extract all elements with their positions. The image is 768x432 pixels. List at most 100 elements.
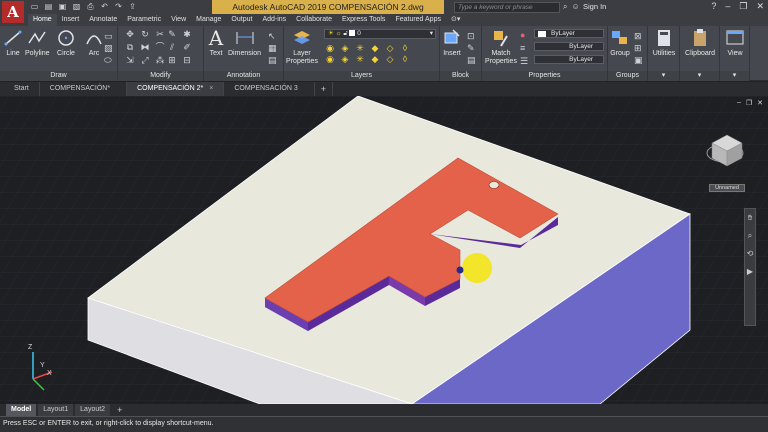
circle-tool[interactable]: Circle (56, 28, 76, 58)
showmotion-icon[interactable]: ▶ (745, 263, 755, 281)
ribbon-tab-insert[interactable]: Insert (57, 14, 85, 26)
navigation-bar[interactable]: ✋︎ ⌕ ⟲ ▶ (744, 208, 756, 326)
model-space-canvas[interactable] (0, 96, 768, 404)
restore-icon[interactable]: ❐ (739, 0, 747, 13)
color-dropdown[interactable]: ByLayer (534, 29, 604, 38)
viewport-minimize-icon[interactable]: – (737, 99, 741, 107)
trim-icon[interactable]: ✂ (154, 29, 166, 40)
rectangle-icon[interactable]: ▭ (104, 30, 116, 42)
array-icon[interactable]: ⁂ (154, 55, 166, 66)
ribbon-tab-express-tools[interactable]: Express Tools (337, 14, 390, 26)
sign-in-button[interactable]: Sign In (583, 1, 606, 13)
ribbon-tab-manage[interactable]: Manage (191, 14, 226, 26)
layer-thaw-icon[interactable]: ◈ (339, 54, 351, 65)
ribbon-tab-parametric[interactable]: Parametric (122, 14, 166, 26)
attribute-icon[interactable]: ▤ (467, 54, 479, 66)
scale-icon[interactable]: ⤢ (139, 55, 151, 66)
save-as-icon[interactable]: ▧ (72, 2, 81, 11)
match-properties-tool[interactable]: Match Properties (484, 28, 518, 66)
search-icon[interactable]: ⌕ (563, 2, 567, 12)
arc-tool[interactable]: Arc (84, 28, 104, 58)
line-tool[interactable]: Line (3, 28, 23, 58)
layout-tab-layout1[interactable]: Layout1 (38, 404, 74, 416)
zoom-icon[interactable]: ⌕ (745, 227, 755, 245)
block-panel-title[interactable]: Block (440, 71, 481, 81)
close-icon[interactable]: ✕ (756, 0, 764, 13)
viewport-restore-icon[interactable]: ❐ (746, 99, 752, 107)
pan-icon[interactable]: ✋︎ (745, 209, 755, 227)
file-tab[interactable]: COMPENSACIÓN 3 (224, 82, 315, 96)
close-tab-icon[interactable]: × (209, 85, 213, 92)
f-hole[interactable] (488, 181, 500, 189)
layer-walk-icon[interactable]: ◊ (399, 43, 411, 54)
clipboard-expand[interactable]: ▾ (680, 71, 719, 81)
fillet-icon[interactable]: ⌒ (154, 42, 166, 53)
move-icon[interactable]: ✥ (124, 29, 136, 40)
undo-icon[interactable]: ↶ (100, 2, 109, 11)
insert-tool[interactable]: Insert (442, 28, 462, 58)
mirror-icon[interactable]: ⧓ (139, 42, 151, 53)
minimize-icon[interactable]: – (725, 0, 730, 13)
file-tab[interactable]: Start (4, 82, 40, 96)
properties-panel-title[interactable]: Properties (482, 71, 607, 81)
edit-icon[interactable]: ✐ (181, 42, 193, 53)
user-icon[interactable]: ☺ (571, 2, 579, 12)
stretch-icon[interactable]: ⇲ (124, 55, 136, 66)
annotation-panel-title[interactable]: Annotation (204, 71, 283, 81)
layer-unisolate-icon[interactable]: ◉ (324, 54, 336, 65)
polyline-tool[interactable]: Polyline (25, 28, 50, 58)
linetype-dropdown[interactable]: ByLayer (534, 42, 604, 51)
markup-icon[interactable]: ▤ (268, 54, 280, 66)
layout-tab-model[interactable]: Model (6, 404, 37, 416)
ribbon-tab-output[interactable]: Output (226, 14, 257, 26)
offset-icon[interactable]: ⫽ (166, 42, 178, 53)
ribbon-tab-home[interactable]: Home (28, 14, 57, 26)
layer-isolate-icon[interactable]: ◈ (339, 43, 351, 54)
search-input[interactable]: Type a keyword or phrase (454, 2, 560, 13)
orbit-icon[interactable]: ⟲ (745, 245, 755, 263)
view-expand[interactable]: ▾ (720, 71, 749, 81)
layer-freeze-icon[interactable]: ✳ (354, 43, 366, 54)
open-folder-icon[interactable]: ▤ (44, 2, 53, 11)
dimension-tool[interactable]: Dimension (228, 28, 261, 58)
file-tab[interactable]: COMPENSACIÓN 2* × (127, 82, 225, 96)
file-tab[interactable]: COMPENSACIÓN* (40, 82, 128, 96)
add-layout-icon[interactable]: + (112, 404, 127, 416)
save-icon[interactable]: ▣ (58, 2, 67, 11)
group-tool[interactable]: Group (610, 28, 630, 58)
erase-icon[interactable]: ✎ (166, 29, 178, 40)
ellipse-icon[interactable]: ⬭ (104, 54, 116, 66)
modify-panel-title[interactable]: Modify (118, 71, 203, 81)
ribbon-tab-collaborate[interactable]: Collaborate (291, 14, 337, 26)
layer-dropdown[interactable]: ☀ ☼ 🔓︎ 0 ▾ (324, 29, 436, 39)
table-icon[interactable]: ▦ (268, 42, 280, 54)
hatch-icon[interactable]: ▨ (104, 42, 116, 54)
ribbon-options-icon[interactable]: ⊙▾ (446, 14, 465, 26)
leader-icon[interactable]: ↖ (268, 30, 280, 42)
break-icon[interactable]: ⊟ (181, 55, 193, 66)
layer-unlock-icon[interactable]: ◆ (369, 54, 381, 65)
explode-icon[interactable]: ✱ (181, 29, 193, 40)
ungroup-icon[interactable]: ⊠ (634, 30, 646, 42)
text-tool[interactable]: A Text (206, 28, 226, 58)
command-line[interactable]: Press ESC or ENTER to exit, or right-cli… (0, 416, 768, 432)
utilities-expand[interactable]: ▾ (648, 71, 679, 81)
redo-icon[interactable]: ↷ (114, 2, 123, 11)
layer-match-icon[interactable]: ◇ (384, 43, 396, 54)
ribbon-tab-add-ins[interactable]: Add-ins (257, 14, 291, 26)
layer-properties-tool[interactable]: Layer Properties (286, 28, 318, 66)
group-select-icon[interactable]: ▣ (634, 54, 646, 66)
new-tab-icon[interactable]: + (315, 82, 333, 96)
draw-panel-title[interactable]: Draw (0, 71, 117, 81)
rotate-icon[interactable]: ↻ (139, 29, 151, 40)
create-block-icon[interactable]: ⊡ (467, 30, 479, 42)
list-icon[interactable]: ☰ (520, 55, 530, 68)
layer-on-icon[interactable]: ✳ (354, 54, 366, 65)
viewport-close-icon[interactable]: ✕ (757, 99, 763, 107)
layer-off-icon[interactable]: ◉ (324, 43, 336, 54)
drawing-viewport[interactable]: – ❐ ✕ Unnamed ✋︎ ⌕ ⟲ ▶ Z Y X (0, 96, 768, 404)
layout-tab-layout2[interactable]: Layout2 (75, 404, 111, 416)
share-icon[interactable]: ⇪ (128, 2, 137, 11)
edit-block-icon[interactable]: ✎ (467, 42, 479, 54)
layers-panel-title[interactable]: Layers (284, 71, 439, 81)
